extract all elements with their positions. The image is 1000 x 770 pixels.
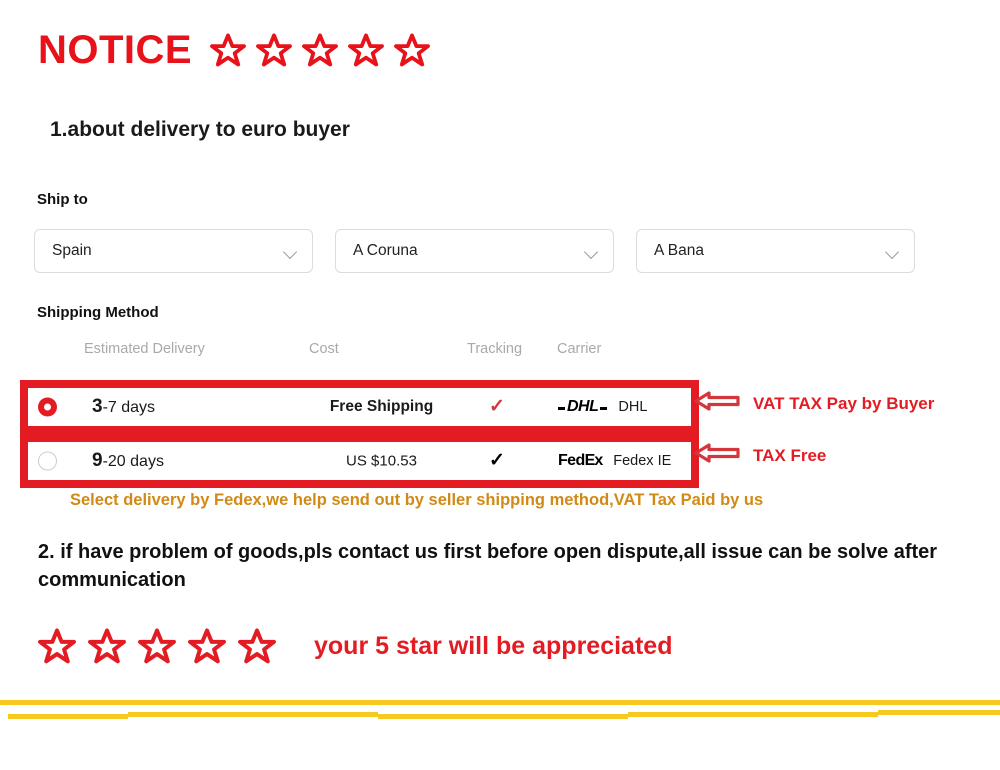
chevron-down-icon [284, 247, 298, 256]
star-icon [394, 32, 431, 68]
star-icon [302, 32, 339, 68]
gold-note-text: Select delivery by Fedex,we help send ou… [70, 491, 764, 509]
column-header-cost: Cost [309, 341, 339, 357]
annotation-tax-free: TAX Free [694, 442, 826, 469]
carrier-name: DHL [618, 399, 648, 415]
ship-to-label: Ship to [37, 191, 88, 208]
delivery-estimate: 9-20 days [92, 450, 164, 472]
carrier-name: Fedex IE [613, 453, 672, 469]
annotation-text: TAX Free [753, 445, 827, 465]
gold-divider-segment [628, 712, 878, 717]
shipping-option-radio[interactable] [38, 397, 57, 417]
province-select[interactable]: A Coruna [335, 229, 614, 273]
annotation-text: VAT TAX Pay by Buyer [753, 393, 935, 413]
delivery-rest: -20 days [102, 453, 164, 470]
check-icon: ✓ [489, 450, 505, 471]
header-star-rating [210, 32, 431, 68]
shipping-option-row[interactable]: 9-20 days US $10.53 ✓ FedEx Fedex IE [20, 434, 699, 488]
star-icon [88, 628, 126, 665]
section-1-heading: 1.about delivery to euro buyer [50, 118, 350, 141]
footer-star-rating [38, 628, 276, 665]
gold-divider-segment [128, 712, 378, 717]
shipping-option-radio[interactable] [38, 451, 57, 471]
page-title: NOTICE [38, 28, 193, 72]
carrier-cell: FedEx Fedex IE [558, 452, 671, 470]
dhl-logo-icon: DHL [558, 398, 608, 416]
carrier-cell: DHL DHL [558, 398, 647, 416]
delivery-lead-digit: 3 [92, 396, 103, 417]
check-icon: ✓ [489, 396, 505, 417]
radio-unselected-icon[interactable] [38, 451, 57, 471]
footer-rating-row: your 5 star will be appreciated [38, 628, 672, 665]
delivery-lead-digit: 9 [92, 450, 103, 471]
annotation-vat-tax: VAT TAX Pay by Buyer [694, 390, 934, 417]
gold-divider-segments [0, 710, 1000, 720]
arrow-left-icon [694, 442, 740, 469]
star-icon [348, 32, 385, 68]
gold-divider-segment [878, 710, 1000, 715]
star-icon [256, 32, 293, 68]
shipping-cost: Free Shipping [329, 398, 434, 415]
shipping-cost: US $10.53 [346, 452, 417, 470]
fedex-logo-icon: FedEx [558, 452, 603, 469]
column-header-delivery: Estimated Delivery [84, 341, 205, 357]
gold-divider-segment [8, 714, 128, 719]
gold-divider-top [0, 700, 1000, 705]
star-icon [188, 628, 226, 665]
delivery-estimate: 3-7 days [92, 396, 155, 418]
shipping-option-row[interactable]: 3-7 days Free Shipping ✓ DHL DHL [20, 380, 699, 434]
star-icon [210, 32, 247, 68]
column-header-carrier: Carrier [557, 341, 602, 357]
chevron-down-icon [886, 247, 900, 256]
arrow-left-icon [694, 390, 740, 417]
section-2-text: 2. if have problem of goods,pls contact … [38, 541, 938, 592]
star-icon [138, 628, 176, 665]
delivery-rest: -7 days [102, 399, 156, 416]
chevron-down-icon [585, 247, 599, 256]
radio-selected-icon[interactable] [38, 397, 57, 417]
tracking-available: ✓ [480, 397, 514, 417]
star-icon [238, 628, 276, 665]
shipping-table-header: Estimated Delivery Cost Tracking Carrier [0, 341, 690, 363]
star-icon [38, 628, 76, 665]
footer-tagline: your 5 star will be appreciated [314, 632, 673, 660]
shipping-method-label: Shipping Method [37, 304, 159, 321]
city-select-value: A Bana [654, 242, 704, 259]
city-select[interactable]: A Bana [636, 229, 915, 273]
column-header-tracking: Tracking [467, 341, 523, 357]
tracking-available: ✓ [480, 451, 514, 471]
country-select[interactable]: Spain [34, 229, 313, 273]
ship-to-selects: Spain A Coruna A Bana [34, 229, 915, 273]
gold-divider-segment [378, 714, 628, 719]
notice-header: NOTICE [38, 28, 431, 72]
country-select-value: Spain [52, 242, 92, 259]
province-select-value: A Coruna [353, 242, 418, 259]
